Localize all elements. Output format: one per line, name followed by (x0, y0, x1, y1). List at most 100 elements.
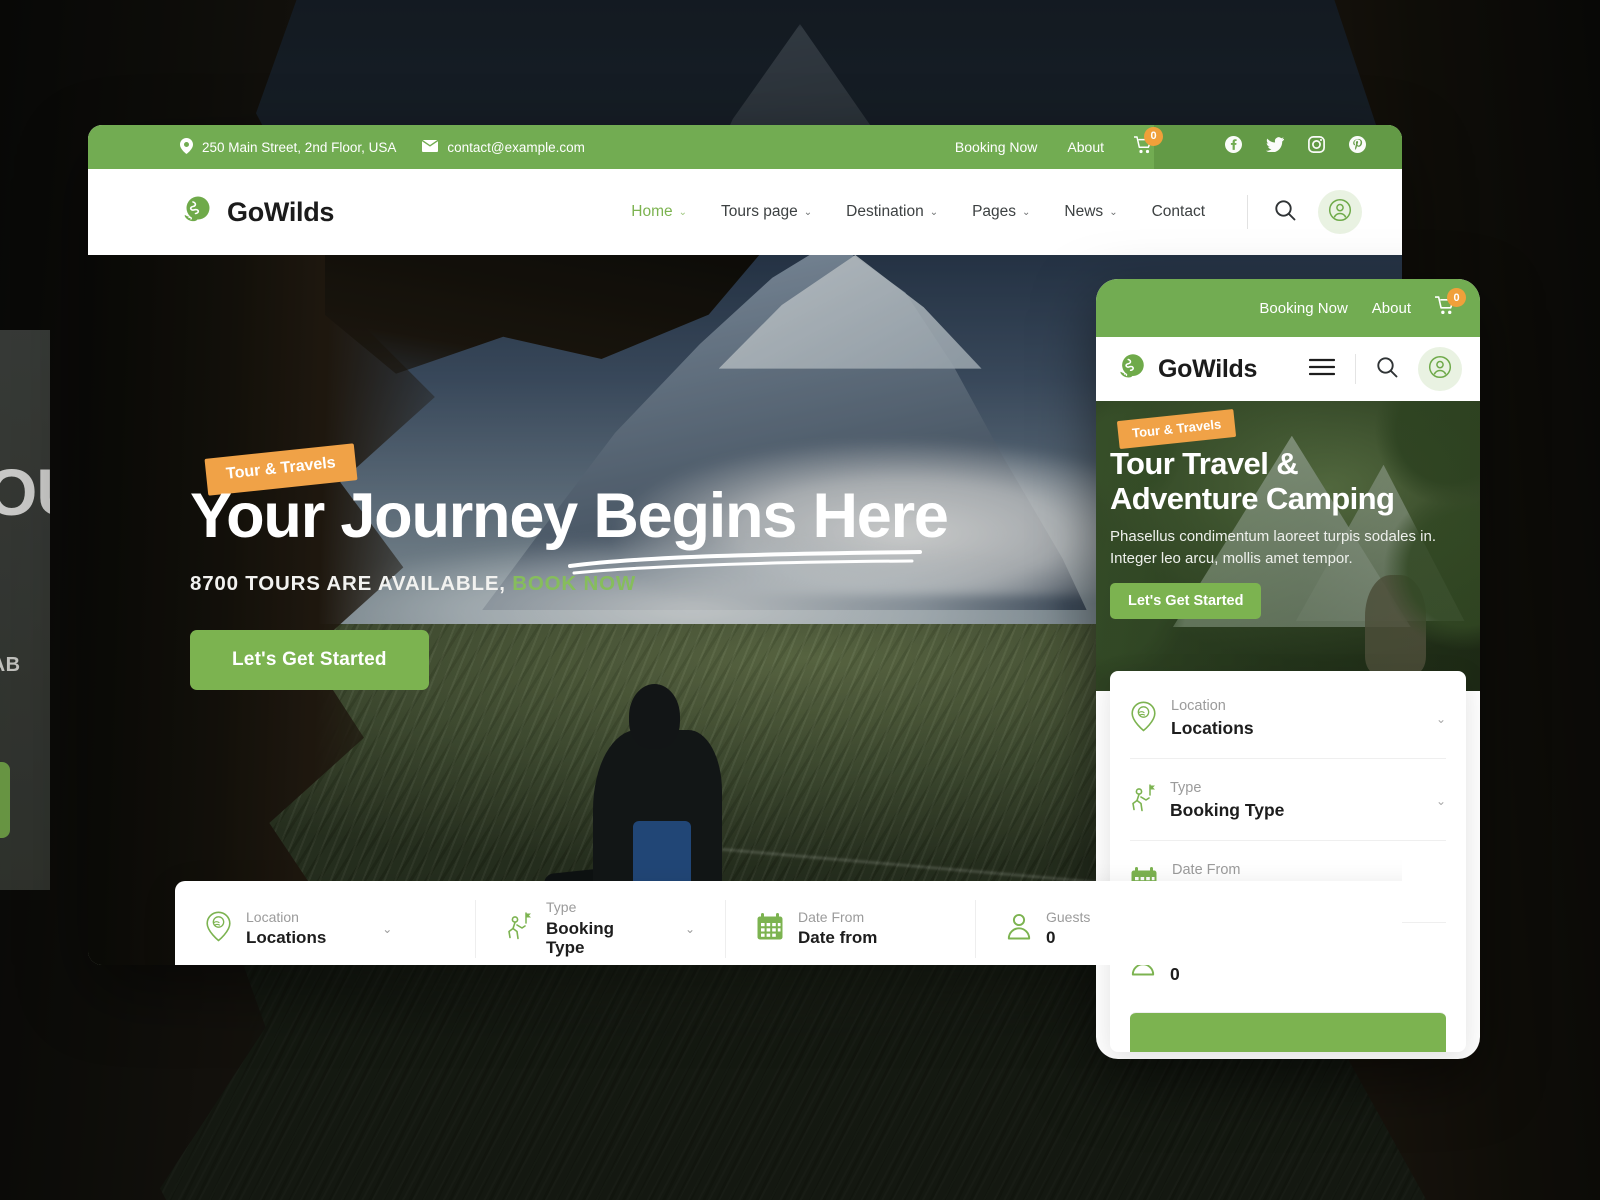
mobile-search-button-wrap (1130, 1004, 1446, 1053)
hero-cta-button[interactable]: Let's Get Started (190, 630, 429, 691)
mobile-booking-field-location-value: Locations (1171, 717, 1254, 738)
topbar-link-about[interactable]: About (1067, 139, 1104, 155)
hero-subtitle-plain: 8700 TOURS ARE AVAILABLE, (190, 572, 506, 596)
instagram-icon[interactable] (1308, 136, 1325, 158)
hero-title-text: Your Journey Begins Here (190, 481, 949, 551)
booking-field-type-texts: Type Booking Type (546, 899, 629, 957)
chevron-down-icon: ⌄ (929, 206, 939, 218)
background-ghost-layer: OU LAB (0, 330, 50, 890)
calendar-icon (756, 912, 784, 946)
mobile-hero-title: Tour Travel & Adventure Camping (1110, 446, 1470, 516)
booking-field-guests-label: Guests (1046, 909, 1091, 926)
mobile-navbar: GoWilds (1096, 337, 1480, 401)
nav-item-contact-label: Contact (1151, 203, 1205, 220)
desktop-navbar: GoWilds Home ⌄ Tours page ⌄ Destination … (88, 169, 1402, 255)
nav-item-contact[interactable]: Contact (1152, 203, 1205, 221)
ghost-subtitle-text: LAB (0, 654, 21, 676)
topbar-link-booking-now[interactable]: Booking Now (955, 139, 1038, 155)
mobile-topbar-link-booking-now[interactable]: Booking Now (1259, 300, 1347, 317)
mobile-booking-field-location-texts: Location Locations (1171, 698, 1254, 738)
nav-item-destination[interactable]: Destination ⌄ (846, 203, 938, 221)
navbar-divider (1247, 195, 1248, 229)
topbar-email-text: contact@example.com (447, 139, 585, 155)
booking-field-type[interactable]: Type Booking Type ⌄ (475, 899, 725, 958)
globe-logo-icon (180, 193, 214, 232)
search-icon[interactable] (1274, 199, 1296, 226)
chevron-down-icon: ⌄ (678, 206, 688, 218)
mobile-hero-content: Tour & Travels Tour Travel & Adventure C… (1110, 408, 1470, 620)
nav-item-tours-page[interactable]: Tours page ⌄ (721, 203, 812, 221)
hiker-icon (506, 911, 532, 947)
nav-item-pages[interactable]: Pages ⌄ (972, 203, 1030, 221)
map-pin-icon (180, 137, 193, 157)
booking-field-date-from[interactable]: Date From Date from (725, 900, 975, 958)
mobile-booking-field-location[interactable]: Location Locations ⌄ (1130, 677, 1446, 758)
nav-item-home[interactable]: Home ⌄ (631, 203, 687, 221)
topbar-right-group: Booking Now About 0 (955, 126, 1402, 159)
account-button[interactable] (1318, 190, 1362, 234)
booking-field-date-from-texts: Date From Date from (798, 909, 878, 948)
twitter-icon[interactable] (1266, 137, 1284, 157)
chevron-down-icon[interactable]: ⌄ (1436, 794, 1446, 808)
chevron-down-icon[interactable]: ⌄ (685, 922, 695, 936)
chevron-down-icon[interactable]: ⌄ (382, 922, 392, 936)
booking-field-location-value: Locations (246, 928, 327, 948)
booking-field-guests-value: 0 (1046, 928, 1056, 948)
hero-content: Tour & Travels Your Journey Begins Here … (190, 443, 949, 691)
mobile-hero-title-line1: Tour Travel & (1110, 446, 1299, 481)
booking-field-location[interactable]: Location Locations ⌄ (175, 900, 475, 958)
brand-logo[interactable]: GoWilds (180, 193, 334, 232)
booking-field-date-from-value: Date from (798, 928, 878, 948)
nav-item-news[interactable]: News ⌄ (1064, 203, 1117, 221)
user-account-icon (1428, 355, 1452, 384)
chevron-down-icon: ⌄ (1022, 206, 1031, 218)
mobile-cart-count-badge: 0 (1447, 288, 1466, 307)
mobile-navbar-tools (1308, 347, 1462, 391)
search-icon[interactable] (1376, 356, 1398, 383)
topbar-cart-button[interactable]: 0 (1133, 126, 1163, 159)
booking-field-guests-texts: Guests 0 (1046, 909, 1091, 948)
location-pin-icon (205, 911, 232, 947)
booking-field-location-label: Location (246, 909, 299, 926)
booking-field-location-texts: Location Locations (246, 909, 327, 948)
main-navigation: Home ⌄ Tours page ⌄ Destination ⌄ Pages … (631, 203, 1205, 221)
mobile-booking-field-location-label: Location (1171, 698, 1226, 714)
ghost-cta-button (0, 762, 10, 838)
cart-count-badge: 0 (1144, 126, 1163, 146)
nav-item-destination-label: Destination (846, 203, 924, 220)
topbar-socials (1181, 136, 1402, 158)
mobile-hero-paragraph: Phasellus condimentum laoreet turpis sod… (1110, 528, 1437, 567)
booking-field-type-label: Type (546, 899, 577, 916)
envelope-icon (422, 139, 439, 155)
booking-field-date-from-label: Date From (798, 909, 865, 926)
mobile-hero-title-line2: Adventure Camping (1110, 480, 1395, 516)
nav-item-home-label: Home (631, 203, 673, 220)
mobile-account-button[interactable] (1418, 347, 1462, 391)
ghost-heading-text: OU (0, 455, 50, 529)
topbar-address: 250 Main Street, 2nd Floor, USA (180, 137, 397, 157)
location-pin-icon (1130, 701, 1157, 737)
mobile-topbar-link-about[interactable]: About (1372, 300, 1411, 317)
mobile-hero-cta-button[interactable]: Let's Get Started (1110, 583, 1262, 620)
hamburger-menu-icon[interactable] (1308, 358, 1336, 381)
mobile-booking-field-type[interactable]: Type Booking Type ⌄ (1130, 758, 1446, 840)
topbar-contact-group: 250 Main Street, 2nd Floor, USA contact@… (88, 137, 585, 157)
mobile-topbar: Booking Now About 0 (1096, 279, 1480, 337)
mobile-booking-field-date-from-label: Date From (1172, 862, 1241, 879)
topbar-address-text: 250 Main Street, 2nd Floor, USA (202, 139, 397, 155)
booking-field-guests[interactable]: Guests 0 (975, 900, 1205, 958)
mobile-booking-field-type-label: Type (1170, 780, 1202, 797)
user-account-icon (1328, 198, 1352, 227)
mobile-search-button[interactable] (1130, 1012, 1446, 1053)
mobile-brand-logo[interactable]: GoWilds (1116, 351, 1257, 388)
mobile-navbar-divider (1355, 354, 1356, 384)
chevron-down-icon[interactable]: ⌄ (1436, 712, 1446, 726)
pinterest-icon[interactable] (1349, 136, 1366, 158)
facebook-icon[interactable] (1225, 136, 1242, 158)
nav-item-pages-label: Pages (972, 203, 1017, 220)
mobile-cart-button[interactable]: 0 (1434, 288, 1466, 320)
topbar-links: Booking Now About 0 (955, 126, 1181, 159)
mobile-booking-form: Location Locations ⌄ Type Booking Type ⌄… (1110, 671, 1466, 1053)
topbar-email[interactable]: contact@example.com (422, 139, 585, 155)
desktop-topbar: 250 Main Street, 2nd Floor, USA contact@… (88, 125, 1402, 169)
